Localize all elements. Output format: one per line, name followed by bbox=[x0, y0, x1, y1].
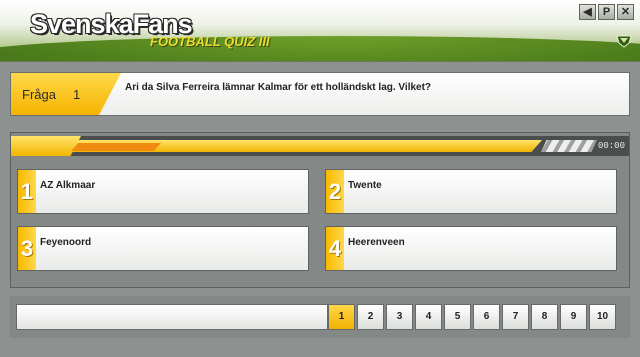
quiz-title: FOOTBALL QUIZ III bbox=[150, 34, 270, 49]
question-text: Ari da Silva Ferreira lämnar Kalmar för … bbox=[125, 82, 432, 93]
question-button-10[interactable]: 10 bbox=[589, 304, 616, 330]
timer-display: 00:00 bbox=[597, 141, 625, 151]
question-button-8[interactable]: 8 bbox=[531, 304, 558, 330]
window-controls: ◀ P ✕ bbox=[579, 4, 634, 20]
question-word: Fråga bbox=[22, 87, 56, 102]
header: SvenskaFans FOOTBALL QUIZ III ◀ P ✕ bbox=[0, 0, 640, 62]
timer-cap bbox=[11, 136, 81, 156]
answer-number: 2 bbox=[326, 170, 344, 213]
pause-icon[interactable]: P bbox=[598, 4, 615, 20]
question-button-4[interactable]: 4 bbox=[415, 304, 442, 330]
question-button-2[interactable]: 2 bbox=[357, 304, 384, 330]
question-button-6[interactable]: 6 bbox=[473, 304, 500, 330]
question-button-1[interactable]: 1 bbox=[328, 304, 355, 330]
question-number: 1 bbox=[73, 87, 81, 102]
progress-track bbox=[16, 304, 328, 330]
timer-accent bbox=[71, 143, 161, 151]
answer-label: Feyenoord bbox=[40, 237, 92, 248]
question-button-3[interactable]: 3 bbox=[386, 304, 413, 330]
question-label: Fråga 1 bbox=[11, 73, 121, 115]
answer-number: 3 bbox=[18, 227, 36, 270]
question-button-9[interactable]: 9 bbox=[560, 304, 587, 330]
answer-number: 4 bbox=[326, 227, 344, 270]
timer-stripes bbox=[541, 140, 597, 152]
question-navigation: 1 2 3 4 5 6 7 8 9 10 bbox=[10, 296, 630, 338]
shield-icon bbox=[616, 35, 632, 48]
answer-number: 1 bbox=[18, 170, 36, 213]
timer-bar: 00:00 bbox=[11, 136, 629, 156]
answer-option-2[interactable]: 2 Twente bbox=[325, 169, 617, 214]
answer-option-4[interactable]: 4 Heerenveen bbox=[325, 226, 617, 271]
answer-option-3[interactable]: 3 Feyenoord bbox=[17, 226, 309, 271]
sound-icon[interactable]: ◀ bbox=[579, 4, 596, 20]
close-icon[interactable]: ✕ bbox=[617, 4, 634, 20]
answer-panel: 00:00 1 AZ Alkmaar 2 Twente 3 Feyenoord … bbox=[10, 132, 630, 288]
question-button-7[interactable]: 7 bbox=[502, 304, 529, 330]
answer-label: AZ Alkmaar bbox=[40, 180, 96, 191]
answer-label: Heerenveen bbox=[348, 237, 405, 248]
answer-option-1[interactable]: 1 AZ Alkmaar bbox=[17, 169, 309, 214]
question-button-5[interactable]: 5 bbox=[444, 304, 471, 330]
answer-label: Twente bbox=[348, 180, 382, 191]
question-bar: Fråga 1 Ari da Silva Ferreira lämnar Kal… bbox=[10, 72, 630, 116]
